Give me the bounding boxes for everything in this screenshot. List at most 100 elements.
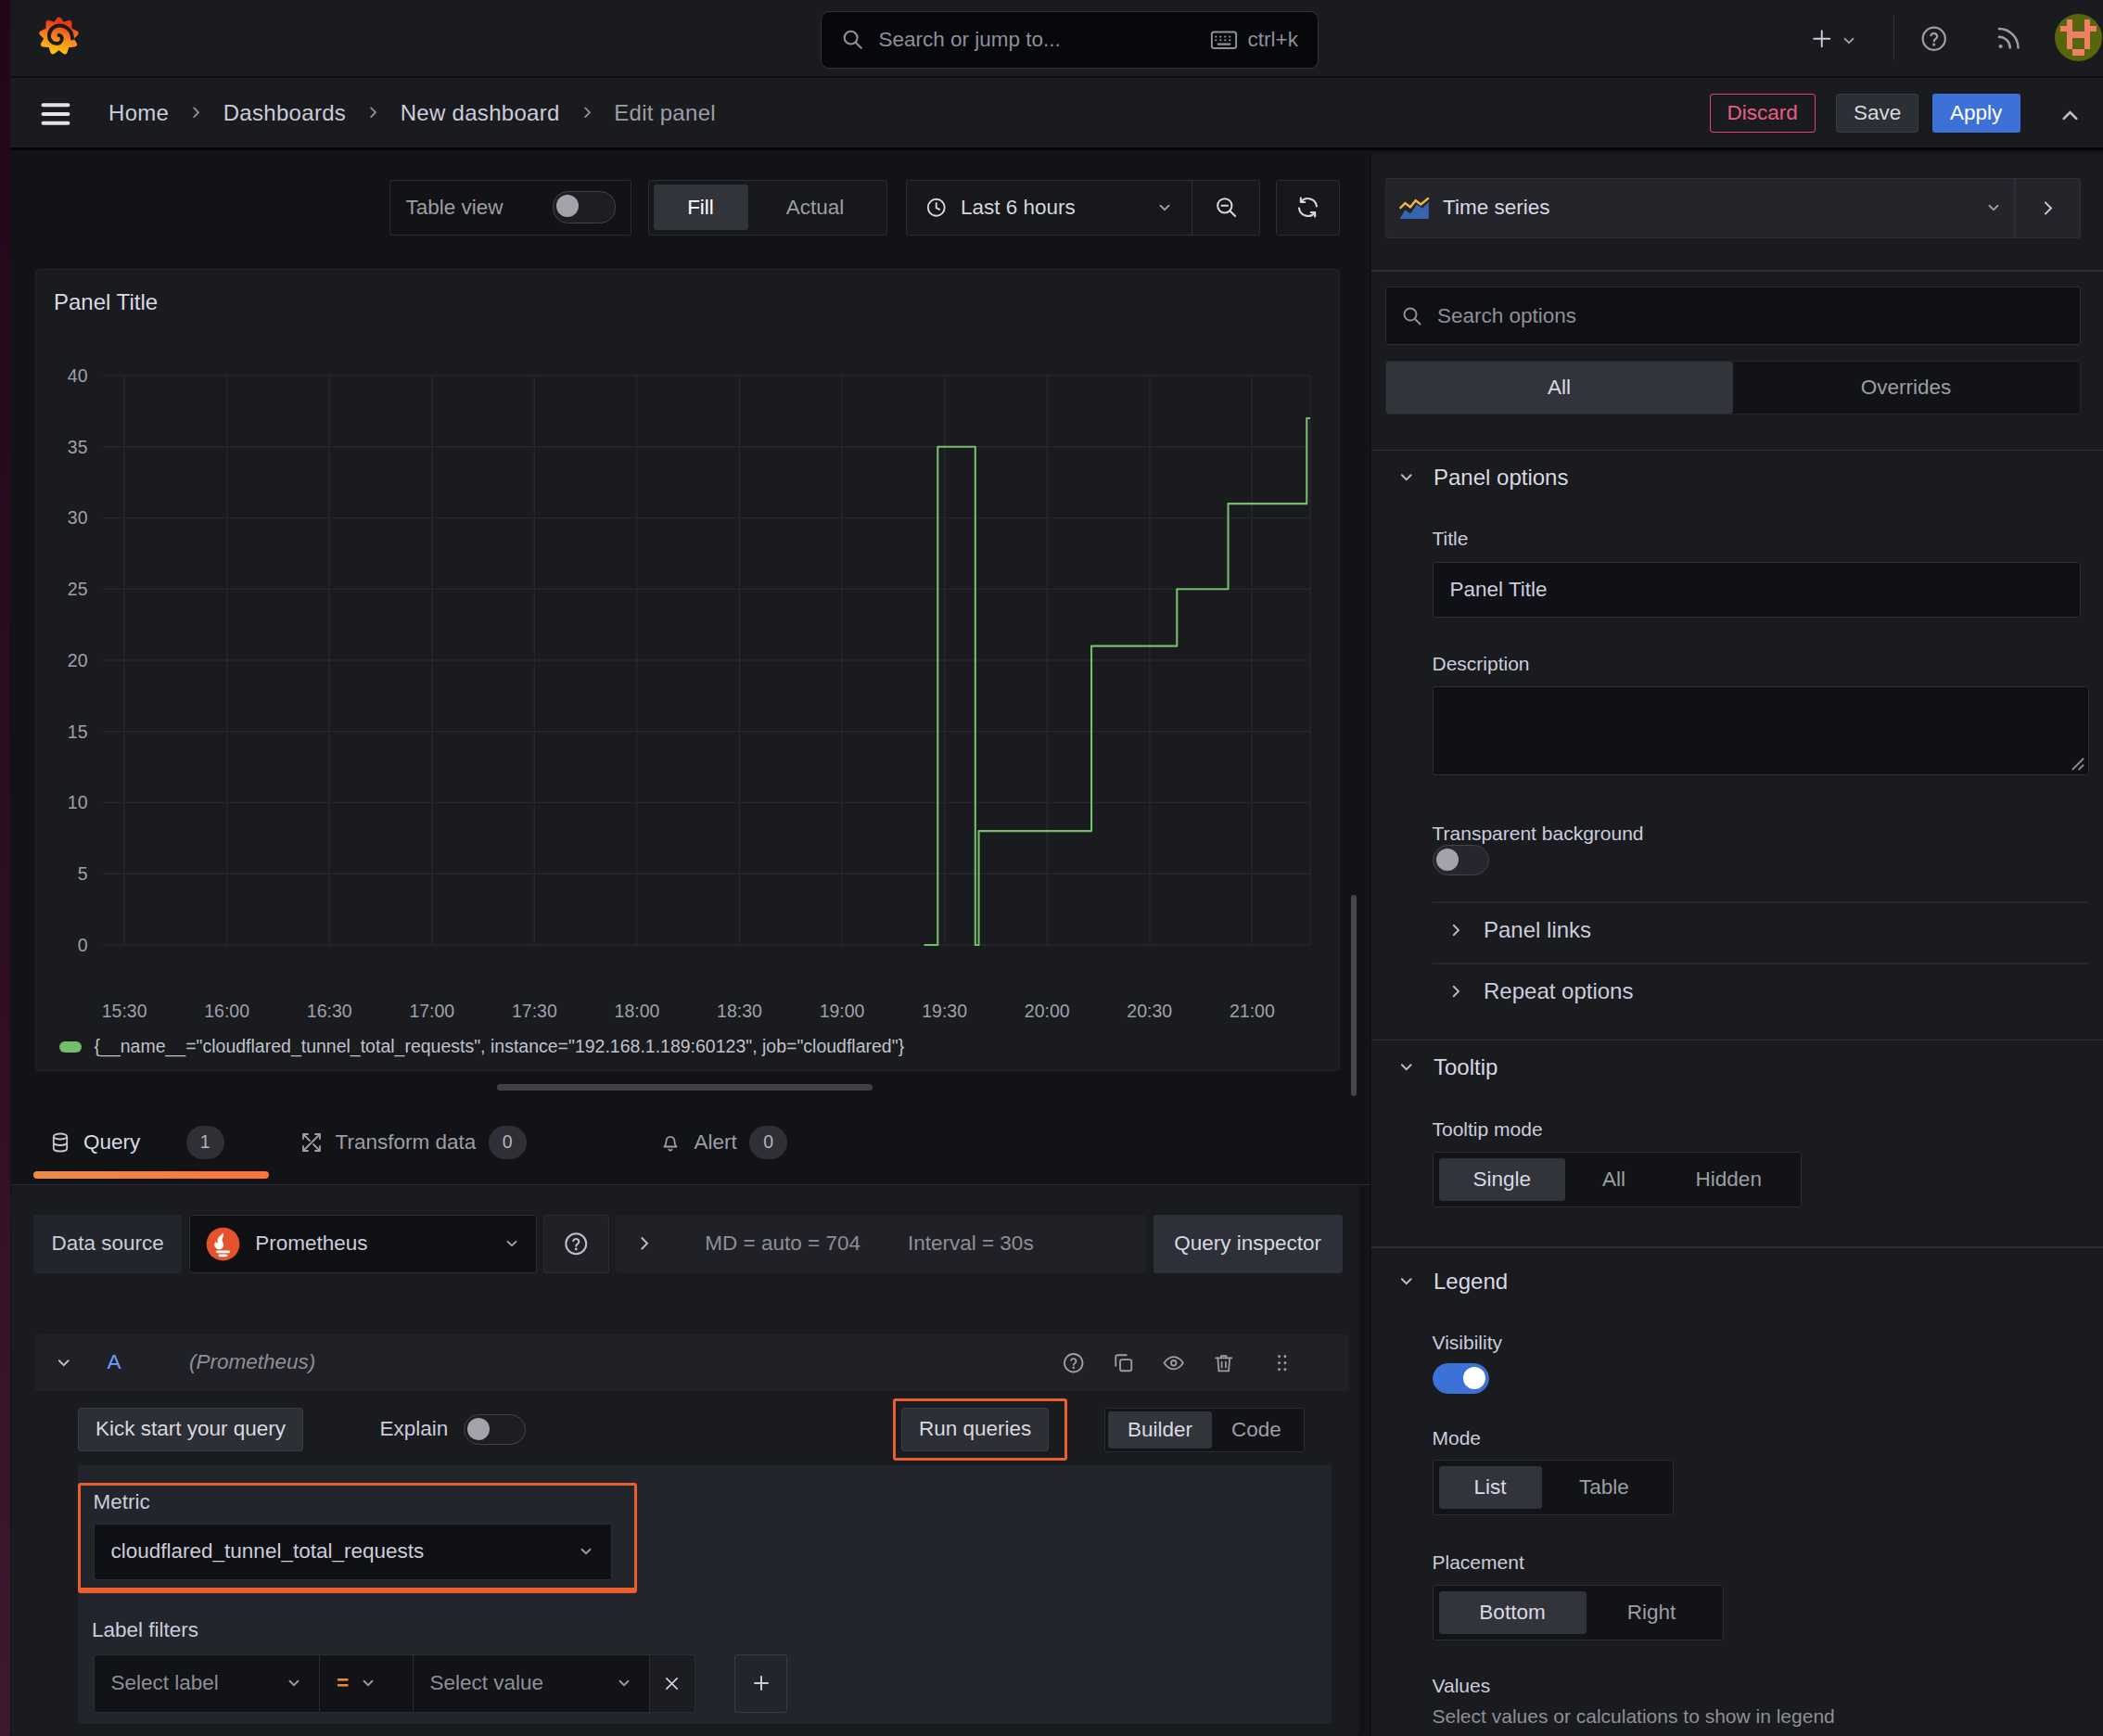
breadcrumb: Home Dashboards New dashboard Edit panel <box>108 78 716 147</box>
chevron-right-icon <box>365 105 381 121</box>
clock-icon <box>924 196 949 220</box>
remove-filter-button[interactable] <box>650 1654 696 1713</box>
panel-links-header[interactable]: Panel links <box>1447 917 1591 943</box>
chevron-down-icon <box>503 1235 520 1252</box>
tooltip-single[interactable]: Single <box>1439 1158 1566 1201</box>
drag-handle-icon[interactable] <box>1270 1351 1294 1375</box>
chevron-right-icon <box>635 1234 654 1253</box>
zoom-out-button[interactable] <box>1192 181 1259 235</box>
query-section: Data source Prometheus MD = auto = 704 I… <box>11 1185 1359 1736</box>
chevron-right-icon <box>580 105 595 121</box>
kick-start-button[interactable]: Kick start your query <box>78 1408 303 1451</box>
query-datasource-name: (Prometheus) <box>189 1350 315 1374</box>
visibility-toggle[interactable] <box>1433 1363 1490 1394</box>
discard-button[interactable]: Discard <box>1710 94 1816 133</box>
time-range-label: Last 6 hours <box>961 196 1076 220</box>
svg-text:30: 30 <box>67 507 87 528</box>
mode-table[interactable]: Table <box>1542 1466 1667 1509</box>
duplicate-icon[interactable] <box>1112 1351 1136 1375</box>
save-button[interactable]: Save <box>1836 94 1918 133</box>
collapse-chevron-up-icon[interactable] <box>2058 103 2083 128</box>
explain-control: Explain <box>380 1408 527 1451</box>
query-row-header[interactable]: A (Prometheus) <box>35 1334 1350 1392</box>
breadcrumb-home[interactable]: Home <box>108 100 169 126</box>
tab-overrides[interactable]: Overrides <box>1733 362 2080 415</box>
tooltip-header[interactable]: Tooltip <box>1397 1054 1498 1080</box>
add-chevron-down-icon[interactable] <box>1841 32 1857 49</box>
query-interval: Interval = 30s <box>908 1232 1034 1256</box>
add-icon[interactable] <box>1810 27 1834 51</box>
query-options-row[interactable]: MD = auto = 704 Interval = 30s <box>616 1215 1146 1273</box>
tab-transform[interactable]: Transform data 0 <box>300 1121 527 1163</box>
operator-select[interactable]: = <box>320 1654 414 1713</box>
placement-bottom[interactable]: Bottom <box>1439 1591 1587 1634</box>
chevron-down-icon <box>1397 468 1416 487</box>
breadcrumb-new-dashboard[interactable]: New dashboard <box>401 100 560 126</box>
tooltip-all[interactable]: All <box>1565 1158 1663 1201</box>
apply-button[interactable]: Apply <box>1932 94 2020 133</box>
legend-header[interactable]: Legend <box>1397 1269 1508 1295</box>
svg-text:25: 25 <box>67 579 87 599</box>
top-nav-bar: Search or jump to... ctrl+k <box>10 0 2103 77</box>
user-avatar[interactable] <box>2055 14 2102 61</box>
code-option[interactable]: Code <box>1212 1411 1301 1449</box>
table-view-control[interactable]: Table view <box>389 180 631 236</box>
search-icon <box>1401 305 1423 327</box>
options-pane: Time series Search options All Overrides… <box>1370 153 2103 1736</box>
tab-query-badge: 1 <box>186 1126 224 1159</box>
grafana-logo-icon[interactable] <box>35 14 83 61</box>
mode-list[interactable]: List <box>1439 1466 1542 1509</box>
tab-query[interactable]: Query 1 <box>49 1121 224 1163</box>
help-icon[interactable] <box>1919 24 1949 54</box>
tooltip-hidden[interactable]: Hidden <box>1663 1158 1795 1201</box>
panel-options-header[interactable]: Panel options <box>1397 465 1568 491</box>
trash-icon[interactable] <box>1212 1351 1236 1375</box>
query-ref-id: A <box>108 1350 121 1374</box>
legend-series-label[interactable]: {__name__="cloudflared_tunnel_total_requ… <box>95 1036 905 1057</box>
label-select[interactable]: Select label <box>94 1654 321 1713</box>
builder-option[interactable]: Builder <box>1108 1411 1212 1449</box>
refresh-button[interactable] <box>1276 180 1340 236</box>
apply-label: Apply <box>1950 101 2002 125</box>
options-search-input[interactable]: Search options <box>1385 287 2081 345</box>
viz-suggestions-button[interactable] <box>2016 179 2080 237</box>
tab-alert-label: Alert <box>695 1130 737 1155</box>
chevron-down-icon <box>1397 1272 1416 1291</box>
svg-text:0: 0 <box>77 934 87 954</box>
search-input[interactable]: Search or jump to... ctrl+k <box>821 11 1319 69</box>
visualization-picker[interactable]: Time series <box>1385 178 2081 238</box>
news-rss-icon[interactable] <box>1994 24 2023 54</box>
tab-transform-label: Transform data <box>336 1130 477 1155</box>
description-textarea[interactable] <box>1433 686 2089 775</box>
actual-option[interactable]: Actual <box>748 185 883 230</box>
datasource-help-button[interactable] <box>543 1215 609 1273</box>
tab-all[interactable]: All <box>1386 362 1733 415</box>
repeat-options-header[interactable]: Repeat options <box>1447 978 1633 1004</box>
menu-icon[interactable] <box>39 100 72 128</box>
breadcrumb-dashboards[interactable]: Dashboards <box>223 100 346 126</box>
svg-text:19:00: 19:00 <box>819 1000 864 1020</box>
query-inspector-button[interactable]: Query inspector <box>1153 1215 1343 1273</box>
resize-handle[interactable] <box>497 1084 873 1091</box>
disable-eye-icon[interactable] <box>1162 1351 1186 1375</box>
legend-swatch[interactable] <box>59 1041 82 1053</box>
title-input[interactable]: Panel Title <box>1433 562 2081 618</box>
fill-actual-switch: Fill Actual <box>648 180 887 236</box>
chevron-down-icon <box>286 1675 302 1691</box>
time-range-picker[interactable]: Last 6 hours <box>907 181 1192 235</box>
chevron-down-icon <box>55 1354 73 1372</box>
svg-text:20: 20 <box>67 649 87 670</box>
datasource-picker[interactable]: Prometheus <box>189 1215 537 1273</box>
placement-right[interactable]: Right <box>1587 1591 1717 1634</box>
viz-name: Time series <box>1443 196 1549 220</box>
metric-annotation <box>78 1483 637 1593</box>
help-icon[interactable] <box>1062 1351 1086 1375</box>
fill-option[interactable]: Fill <box>654 185 748 230</box>
scrollbar-thumb[interactable] <box>1351 895 1357 1097</box>
tab-alert[interactable]: Alert 0 <box>659 1121 787 1163</box>
explain-toggle[interactable] <box>464 1414 527 1445</box>
value-select[interactable]: Select value <box>414 1654 650 1713</box>
add-filter-button[interactable] <box>734 1654 787 1713</box>
transparent-bg-toggle[interactable] <box>1433 845 1490 875</box>
table-view-toggle[interactable] <box>553 191 616 223</box>
